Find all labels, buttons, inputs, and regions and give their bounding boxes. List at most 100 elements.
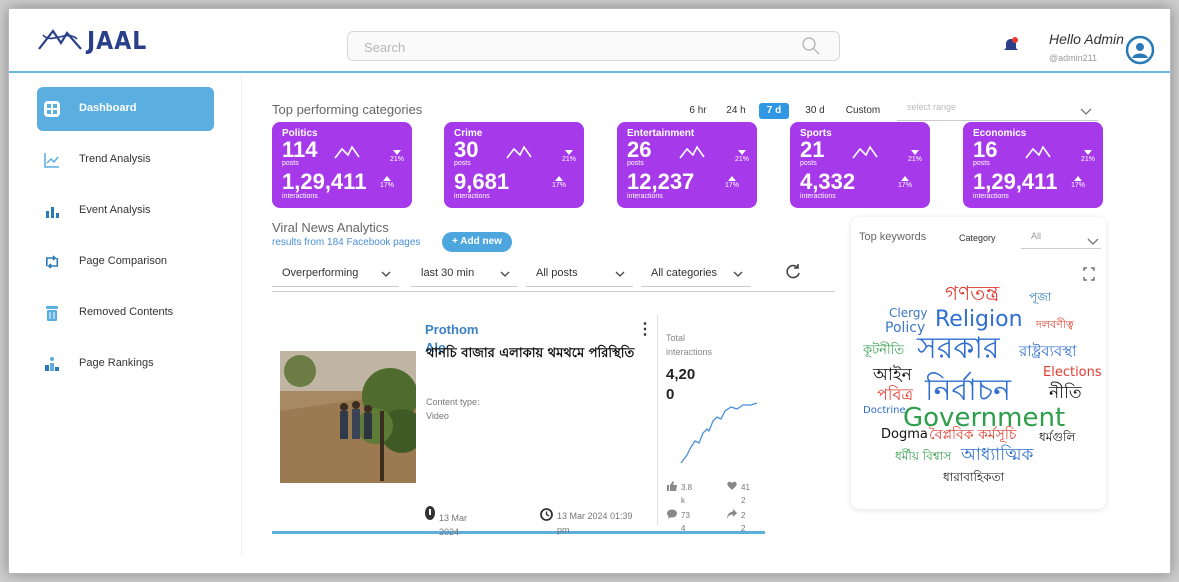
keyword[interactable]: রাষ্ট্রব্যবস্থা: [1019, 344, 1076, 359]
notification-bell-icon[interactable]: [1002, 36, 1020, 59]
keyword[interactable]: পূজা: [1029, 291, 1051, 303]
category-card-politics[interactable]: Politics 114 posts 21% 1,29,411 interact…: [272, 122, 412, 208]
post-thumbnail[interactable]: [280, 351, 416, 483]
post-date: 13 Mar 2024: [439, 513, 468, 537]
range-6hr[interactable]: 6 hr: [687, 103, 709, 119]
keyword[interactable]: কূটনীতি: [863, 344, 904, 357]
keyword[interactable]: গণতন্ত্র: [945, 283, 999, 303]
trash-icon: [43, 304, 61, 322]
sidebar-item-removed-contents[interactable]: Removed Contents: [37, 291, 214, 335]
post-divider: [657, 315, 658, 525]
keyword[interactable]: পবিত্র: [877, 387, 913, 403]
keyword[interactable]: বৈপ্লবিক কর্মসূচি: [929, 428, 1016, 442]
keyword[interactable]: সরকার: [917, 334, 1000, 364]
posts-count: 16: [973, 137, 998, 162]
sidebar-item-trend-analysis[interactable]: Trend Analysis: [37, 138, 214, 182]
total-interactions-label: Total interactions: [666, 333, 713, 357]
search-input[interactable]: Search: [347, 31, 840, 61]
more-options-icon[interactable]: ⋮: [637, 319, 653, 339]
search-icon[interactable]: [801, 36, 821, 61]
filter-value: All categories: [651, 267, 718, 279]
loves-stat: 41 2: [727, 481, 750, 507]
posts-count: 26: [627, 137, 652, 162]
range-7d[interactable]: 7 d: [759, 103, 789, 119]
keyword[interactable]: Elections: [1043, 366, 1102, 379]
keyword[interactable]: আইন: [873, 367, 912, 384]
posts-filter[interactable]: All posts: [526, 259, 633, 287]
sidebar-item-label: Removed Contents: [79, 306, 174, 318]
time-filter[interactable]: last 30 min: [411, 259, 518, 287]
range-custom[interactable]: Custom: [843, 103, 883, 119]
select-range-placeholder: select range: [907, 102, 957, 112]
user-avatar-icon[interactable]: [1125, 35, 1155, 70]
posts-label: posts: [973, 160, 990, 167]
keyword[interactable]: Religion: [935, 309, 1023, 331]
dashboard-icon: [43, 100, 61, 118]
bar-chart-icon: [43, 202, 61, 220]
interactions-count: 1,29,411: [973, 169, 1058, 194]
keyword[interactable]: ধারাবাহিকতা: [943, 471, 1004, 483]
posts-count: 30: [454, 137, 479, 162]
content-type-value: Video: [426, 411, 449, 421]
add-new-button[interactable]: + Add new: [442, 232, 512, 252]
keyword[interactable]: নীতি: [1049, 385, 1082, 402]
posts-change: 21%: [1081, 150, 1095, 163]
interactions-count: 1,29,411: [282, 169, 367, 194]
comment-icon: [667, 509, 677, 523]
viral-news-title: Viral News Analytics: [272, 220, 389, 235]
interactions-label: interactions: [800, 193, 836, 200]
categories-filter[interactable]: All categories: [641, 259, 751, 287]
keyword[interactable]: Clergy: [889, 307, 928, 319]
posts-change: 21%: [908, 150, 922, 163]
user-handle: @admin211: [1049, 53, 1097, 63]
viral-post-card[interactable]: Prothom Alo ⋮ থানচি বাজার এলাকায় থমথমে প…: [272, 305, 765, 537]
sidebar-item-event-analysis[interactable]: Event Analysis: [37, 189, 214, 233]
keyword-cloud: গণতন্ত্র পূজা Clergy Policy Religion দলব…: [851, 281, 1106, 491]
keyword[interactable]: নির্বাচন: [925, 376, 1011, 406]
performance-filter[interactable]: Overperforming: [272, 259, 399, 287]
sidebar-item-label: Event Analysis: [79, 204, 151, 216]
category-card-economics[interactable]: Economics 16 posts 21% 1,29,411 interact…: [963, 122, 1103, 208]
sidebar-item-page-comparison[interactable]: Page Comparison: [37, 240, 214, 284]
range-24h[interactable]: 24 h: [725, 103, 747, 119]
sparkline-icon: [679, 144, 705, 165]
interactions-change: 17%: [552, 176, 566, 189]
chevron-down-icon: [1087, 233, 1099, 251]
interactions-change: 17%: [380, 176, 394, 189]
sparkline-icon: [1025, 144, 1051, 165]
keyword[interactable]: ধর্মীয় বিশ্বাস: [895, 450, 951, 462]
keyword[interactable]: ধর্মগুলি: [1039, 431, 1075, 443]
logo[interactable]: JAAL: [37, 25, 157, 65]
keyword[interactable]: Dogma: [881, 428, 928, 441]
category-card-entertainment[interactable]: Entertainment 26 posts 21% 12,237 intera…: [617, 122, 757, 208]
range-30d[interactable]: 30 d: [803, 103, 827, 119]
keyword[interactable]: দলবণীত্ব: [1036, 319, 1074, 330]
sidebar-divider: [241, 75, 242, 555]
interactions-label: interactions: [627, 193, 663, 200]
keyword-category-select[interactable]: All: [1021, 225, 1101, 249]
calendar-clock-icon: [540, 508, 553, 526]
like-icon: [667, 481, 677, 495]
heart-icon: [727, 481, 737, 495]
greeting: Hello Admin: [1049, 31, 1124, 47]
viral-news-subtitle[interactable]: results from 184 Facebook pages: [272, 237, 420, 248]
top-categories-title: Top performing categories: [272, 102, 423, 117]
sidebar-item-dashboard[interactable]: Dashboard: [37, 87, 214, 131]
chevron-down-icon: [1080, 103, 1092, 121]
select-range-dropdown[interactable]: select range: [897, 97, 1098, 121]
likes-stat: 3.8 k: [667, 481, 692, 507]
refresh-icon[interactable]: [784, 263, 802, 286]
sparkline-icon: [852, 144, 878, 165]
interactions-trend-line: [679, 397, 759, 472]
keyword[interactable]: Doctrine: [863, 406, 906, 416]
category-card-sports[interactable]: Sports 21 posts 21% 4,332 interactions 1…: [790, 122, 930, 208]
posts-count: 21: [800, 137, 825, 162]
category-card-crime[interactable]: Crime 30 posts 21% 9,681 interactions 17…: [444, 122, 584, 208]
post-headline[interactable]: থানচি বাজার এলাকায় থমথমে পরিস্থিতি: [426, 344, 634, 365]
keyword[interactable]: আধ্যাত্মিক: [961, 447, 1033, 464]
sidebar: Dashboard Trend Analysis Event Analysis …: [9, 75, 242, 573]
sidebar-item-page-rankings[interactable]: Page Rankings: [37, 342, 214, 386]
top-header: JAAL Search Hello Admin @admin211: [9, 9, 1170, 73]
post-datetime: 13 Mar 2024 01:39 pm: [557, 511, 633, 535]
filter-divider: [272, 291, 835, 292]
